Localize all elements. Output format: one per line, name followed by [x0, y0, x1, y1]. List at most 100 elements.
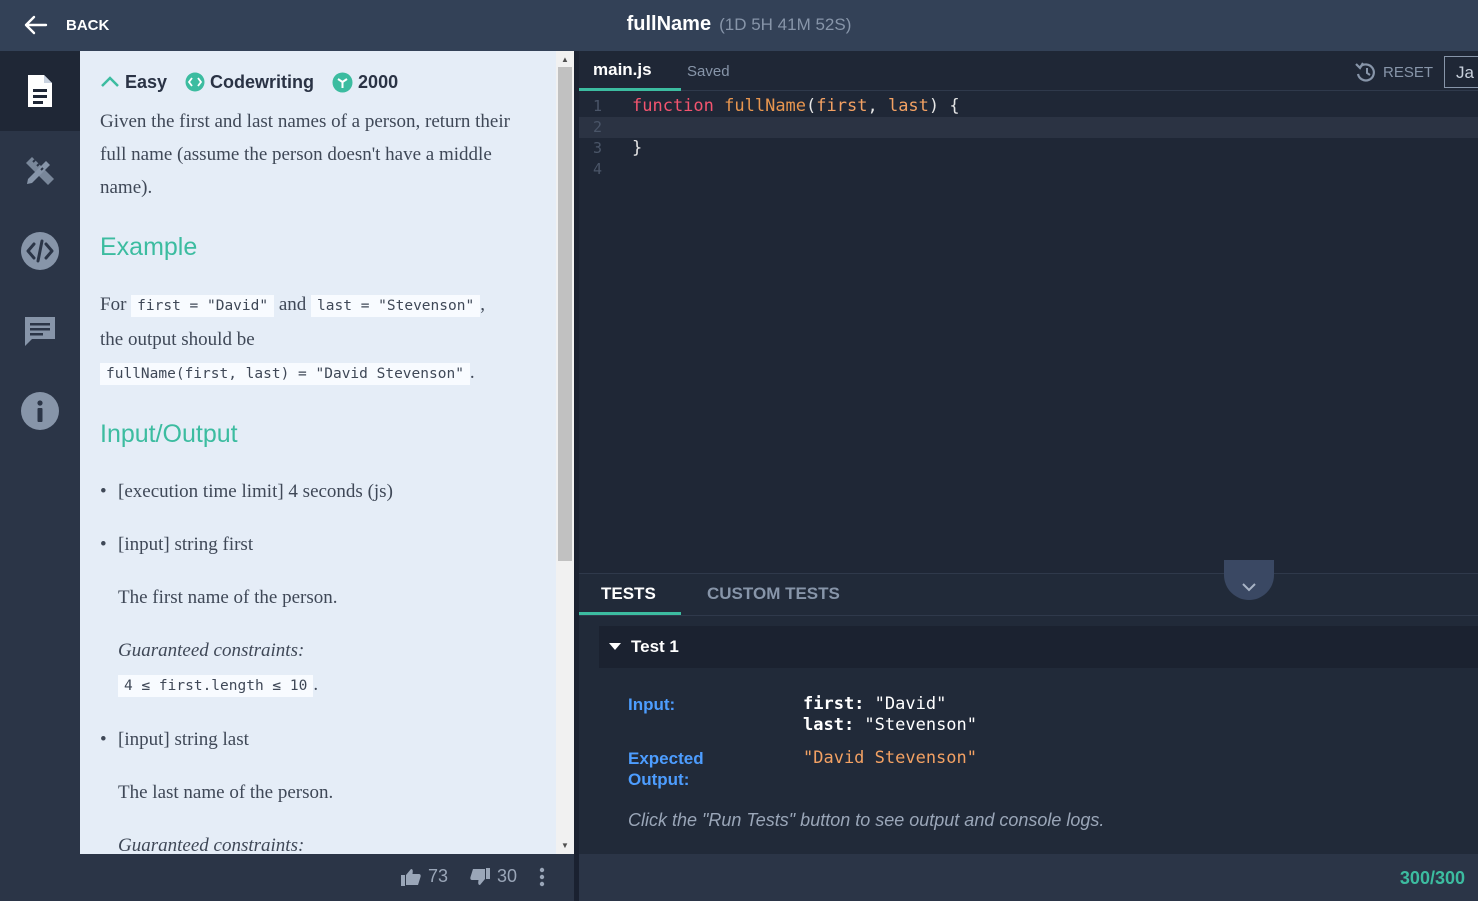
category-label: Codewriting [210, 71, 315, 92]
sidebar-item-info[interactable] [0, 371, 80, 451]
expected-output-label: Expected Output: [628, 748, 704, 790]
chevron-down-icon [1242, 583, 1256, 592]
file-tab-main[interactable]: main.js [579, 51, 681, 91]
votes: 73 30 [379, 866, 552, 887]
example-and: and [278, 294, 307, 315]
io-input-last-desc: The last name of the person. [118, 782, 334, 803]
run-tests-hint: Click the "Run Tests" button to see outp… [628, 810, 1105, 830]
io-list: [execution time limit] 4 seconds (js) [i… [100, 475, 536, 854]
sidebar-item-tools[interactable] [0, 131, 80, 211]
code-line: 1 function fullName(first, last) { [579, 96, 1478, 117]
upvote-button[interactable]: 73 [400, 866, 448, 887]
document-icon [28, 75, 52, 107]
reset-button[interactable]: RESET [1354, 61, 1433, 83]
input-key-last: last: [803, 715, 855, 735]
reset-icon [1355, 62, 1375, 82]
info-icon [21, 392, 59, 430]
difficulty-badge: Easy [100, 66, 167, 99]
test-1-label: Test 1 [631, 637, 679, 656]
title-area: fullName (1D 5H 41M 52S) [0, 13, 1478, 36]
task-meta: Easy Codewriting 2000 [100, 71, 536, 93]
sidebar-item-code[interactable] [0, 211, 80, 291]
countdown-timer: (1D 5H 41M 52S) [719, 15, 852, 34]
function-name: fullName [724, 96, 807, 116]
input-value: first: "David" [803, 694, 946, 715]
tab-tests[interactable]: TESTS [579, 584, 681, 615]
top-bar: BACK fullName (1D 5H 41M 52S) [0, 0, 1478, 51]
io-exec-limit: [execution time limit] 4 seconds (js) [100, 475, 536, 508]
code-icon [21, 232, 59, 270]
input-val-first: "David" [864, 694, 947, 714]
save-status: Saved [687, 63, 730, 80]
sidebar-item-description[interactable] [0, 51, 80, 131]
chevron-up-icon [101, 76, 119, 87]
thumbs-up-icon [400, 868, 421, 886]
keyword-function: function [632, 96, 714, 116]
code-editor: main.js Saved RESET Ja 1 function fullNa… [579, 51, 1478, 573]
input-value: last: "Stevenson" [803, 715, 977, 736]
io-input-last-constraints: Guaranteed constraints: [118, 835, 305, 854]
io-input-last: [input] string last [100, 723, 536, 756]
example-comma: , [480, 294, 485, 315]
expected-label-1: Expected [628, 749, 704, 768]
scroll-down-arrow[interactable]: ▼ [561, 841, 569, 850]
line-number: 1 [593, 97, 603, 115]
paren-open: ( [806, 96, 817, 116]
tests-panel: TESTS CUSTOM TESTS Test 1 Input: first: … [579, 560, 1478, 854]
caret-down-icon [609, 643, 621, 650]
downvote-count: 30 [496, 866, 517, 886]
paren-close: ) { [928, 96, 960, 116]
sidebar-item-discuss[interactable] [0, 291, 80, 371]
code-line: 4 [579, 159, 1478, 180]
io-heading: Input/Output [100, 420, 238, 448]
points-coin-icon [332, 72, 353, 92]
code-line-current: 2 [579, 117, 1478, 138]
pencil-ruler-icon [26, 157, 54, 185]
expected-label-2: Output: [628, 770, 690, 789]
downvote-button[interactable]: 30 [470, 866, 517, 887]
points-badge: 2000 [332, 66, 398, 99]
example-output-text: the output should be [100, 329, 255, 350]
task-description-panel: Easy Codewriting 2000 Given the first an… [80, 51, 556, 854]
code-line: 3 } [579, 138, 1478, 159]
score-display: 300/300 [1399, 868, 1465, 888]
more-options-button[interactable] [539, 867, 552, 887]
editor-footer: 300/300 [579, 854, 1478, 901]
scroll-up-arrow[interactable]: ▲ [561, 55, 569, 64]
input-key-first: first: [803, 694, 865, 714]
example-text: For first = "David" and last = "Stevenso… [100, 288, 536, 391]
code-area[interactable]: 1 function fullName(first, last) { 2 3 }… [579, 96, 1478, 180]
editor-tabbar: main.js Saved RESET Ja [579, 51, 1478, 91]
io-input-first-constraints: Guaranteed constraints: 4 ≤ first.length… [100, 634, 536, 703]
example-heading: Example [100, 233, 198, 261]
example-for: For [100, 294, 127, 315]
input-label: Input: [628, 695, 676, 714]
tests-divider [579, 615, 1478, 616]
page-title: fullName [626, 13, 712, 35]
description-footer: 73 30 [0, 854, 574, 901]
param-last: last [887, 96, 929, 116]
collapse-tests-button[interactable] [1224, 560, 1274, 600]
difficulty-label: Easy [125, 71, 168, 92]
constraint-code: 4 ≤ first.length ≤ 10 [118, 675, 314, 697]
thumbs-down-icon [470, 867, 490, 885]
more-vertical-icon [539, 867, 545, 886]
example-period: . [469, 362, 475, 383]
tab-custom-tests[interactable]: CUSTOM TESTS [707, 584, 840, 615]
icon-sidebar [0, 51, 80, 854]
expected-output-value: "David Stevenson" [803, 748, 977, 768]
scrollbar-thumb[interactable] [558, 67, 572, 561]
chat-icon [25, 317, 55, 346]
category-badge: Codewriting [185, 66, 314, 99]
io-input-first-desc: The first name of the person. [118, 587, 338, 608]
example-code-first: first = "David" [131, 295, 275, 317]
line-number: 4 [593, 160, 603, 178]
reset-label: RESET [1383, 63, 1434, 81]
test-1-header[interactable]: Test 1 [599, 626, 1478, 668]
line-number: 3 [593, 139, 603, 157]
language-select[interactable]: Ja [1444, 56, 1478, 88]
input-val-last: "Stevenson" [854, 715, 978, 735]
description-scrollbar[interactable]: ▲ ▼ [556, 51, 574, 854]
io-input-first: [input] string first [100, 528, 536, 561]
code-text: function fullName(first, last) { [632, 96, 960, 117]
